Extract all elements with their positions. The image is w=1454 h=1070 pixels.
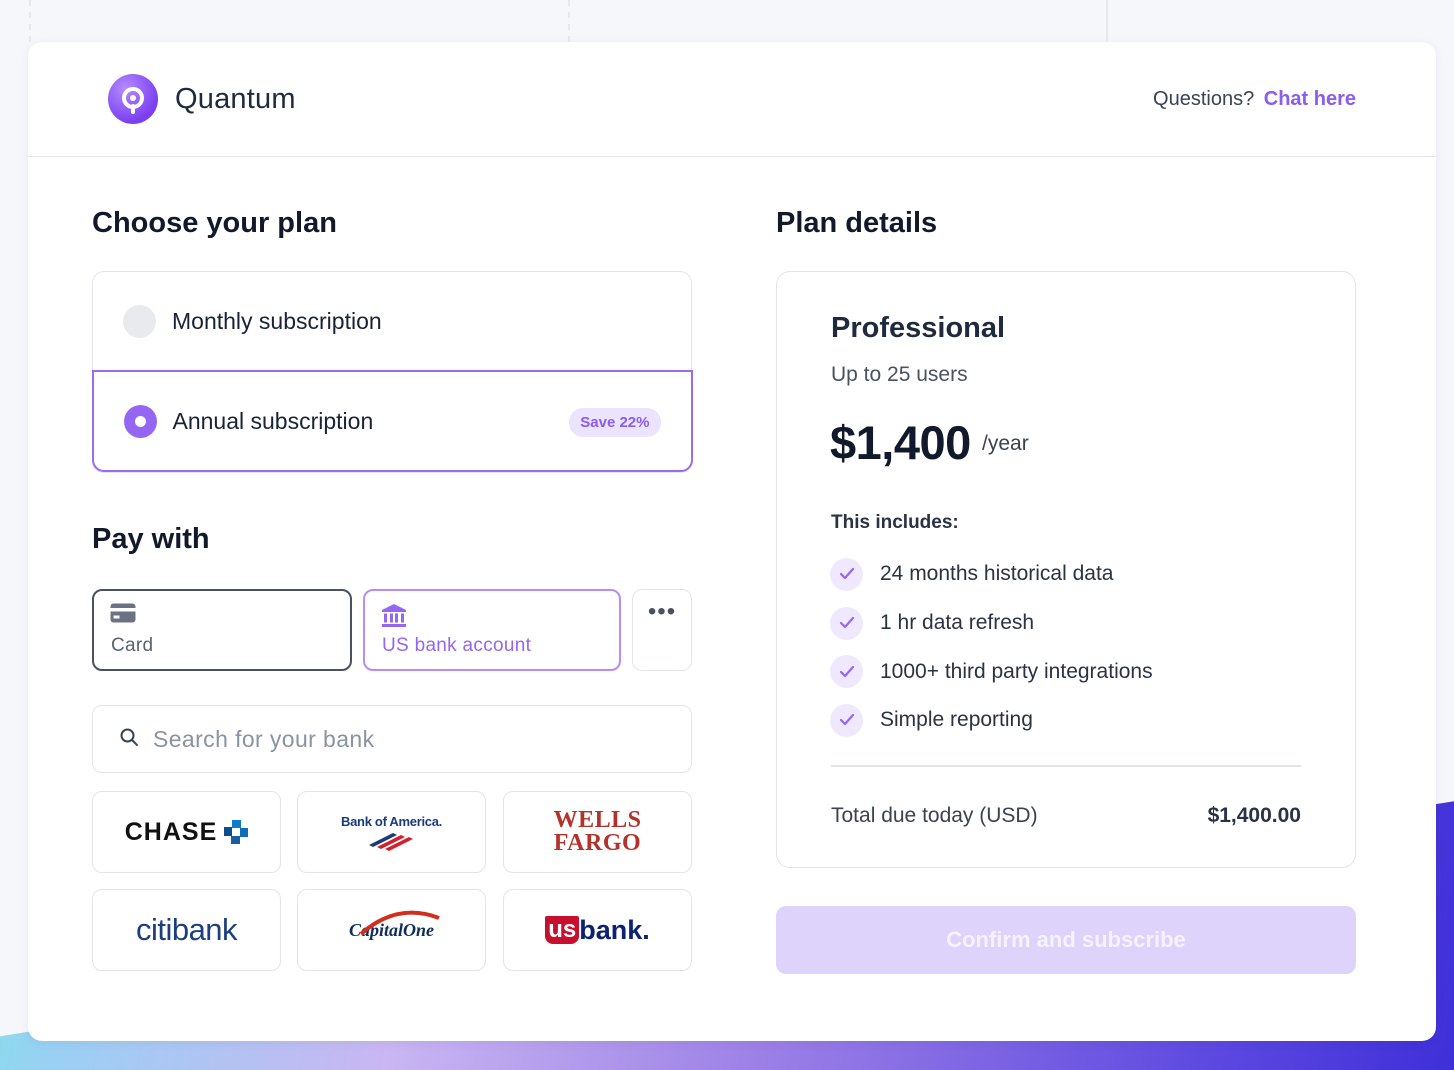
checkout-card: Quantum Questions? Chat here Choose your… — [28, 42, 1436, 1041]
feature-item: 1000+ third party integrations — [830, 647, 1153, 696]
check-icon — [830, 703, 863, 737]
bank-search[interactable] — [92, 705, 692, 773]
total-label: Total due today (USD) — [831, 804, 1038, 827]
bank-wells-fargo[interactable]: WELLS FARGO — [503, 791, 692, 873]
bank-chase[interactable]: CHASE — [92, 791, 281, 873]
chat-here-link[interactable]: Chat here — [1264, 88, 1356, 110]
plan-period: /year — [982, 432, 1029, 455]
radio-monthly[interactable] — [123, 305, 156, 338]
more-dots-icon: ••• — [647, 598, 677, 625]
payment-tab-label: Card — [111, 635, 154, 656]
confirm-subscribe-button[interactable]: Confirm and subscribe — [776, 906, 1356, 974]
payment-method-tabs: Card US bank account ••• — [92, 589, 692, 671]
us-bank-wordmark: bank. — [579, 914, 650, 945]
radio-annual[interactable] — [123, 404, 157, 438]
plan-option-annual[interactable]: Annual subscription Save 22% — [91, 370, 693, 472]
choose-plan-title: Choose your plan — [92, 207, 337, 239]
bank-us-bank[interactable]: us usbank bank. — [503, 889, 692, 971]
check-icon — [830, 655, 863, 689]
q-logo-icon — [108, 74, 158, 124]
plan-options: Monthly subscription Annual subscription… — [91, 271, 693, 473]
plan-option-monthly[interactable]: Monthly subscription — [93, 272, 691, 372]
bank-search-input[interactable] — [153, 725, 653, 753]
plan-option-label: Monthly subscription — [172, 308, 382, 334]
total-value: $1,400.00 — [1207, 804, 1301, 827]
search-icon — [119, 727, 139, 752]
capital-one-logo: CapitalOne — [349, 910, 440, 941]
brand[interactable]: Quantum — [108, 74, 296, 124]
chase-logo: CHASE — [125, 818, 249, 847]
chase-octagon-icon — [224, 820, 249, 844]
plan-price: $1,400 — [830, 416, 971, 469]
citibank-logo: citibank — [135, 912, 238, 947]
questions-help: Questions? Chat here — [1153, 88, 1356, 111]
feature-label: 1000+ third party integrations — [880, 659, 1153, 683]
feature-label: 24 months historical data — [880, 562, 1114, 586]
plan-option-label: Annual subscription — [172, 407, 374, 434]
divider — [831, 765, 1301, 767]
plan-users: Up to 25 users — [831, 363, 968, 386]
bank-of-america-logo: Bank of America. — [341, 814, 442, 851]
bank-capital-one[interactable]: CapitalOne — [297, 889, 486, 971]
swoosh-icon — [359, 910, 440, 935]
bank-building-icon — [381, 603, 407, 632]
header: Quantum Questions? Chat here — [28, 42, 1436, 157]
credit-card-icon — [110, 603, 136, 628]
feature-label: 1 hr data refresh — [880, 611, 1035, 635]
check-icon — [830, 606, 863, 640]
pay-with-title: Pay with — [92, 523, 210, 555]
payment-tab-label: US bank account — [382, 635, 532, 656]
wells-fargo-logo: WELLS FARGO — [553, 807, 642, 856]
plan-details-box: Professional Up to 25 users $1,400 /year… — [776, 271, 1356, 868]
payment-tab-more[interactable]: ••• — [632, 589, 692, 671]
flag-icon — [369, 832, 414, 851]
includes-title: This includes: — [831, 512, 959, 533]
us-bank-logo: us usbank bank. — [545, 915, 650, 946]
check-icon — [830, 557, 863, 591]
feature-label: Simple reporting — [880, 708, 1033, 732]
questions-text: Questions? — [1153, 87, 1255, 110]
bank-bank-of-america[interactable]: Bank of America. — [297, 791, 486, 873]
plan-name: Professional — [831, 312, 1006, 344]
feature-list: 24 months historical data 1 hr data refr… — [830, 550, 1153, 745]
plan-details-title: Plan details — [776, 207, 938, 239]
bank-citibank[interactable]: citibank — [92, 889, 281, 971]
feature-item: Simple reporting — [830, 696, 1153, 745]
brand-name: Quantum — [175, 82, 296, 115]
save-badge: Save 22% — [569, 408, 661, 437]
payment-tab-us-bank[interactable]: US bank account — [363, 589, 621, 671]
us-shield-icon: us — [545, 916, 580, 944]
feature-item: 24 months historical data — [830, 550, 1153, 599]
payment-tab-card[interactable]: Card — [92, 589, 352, 671]
feature-item: 1 hr data refresh — [830, 599, 1153, 648]
